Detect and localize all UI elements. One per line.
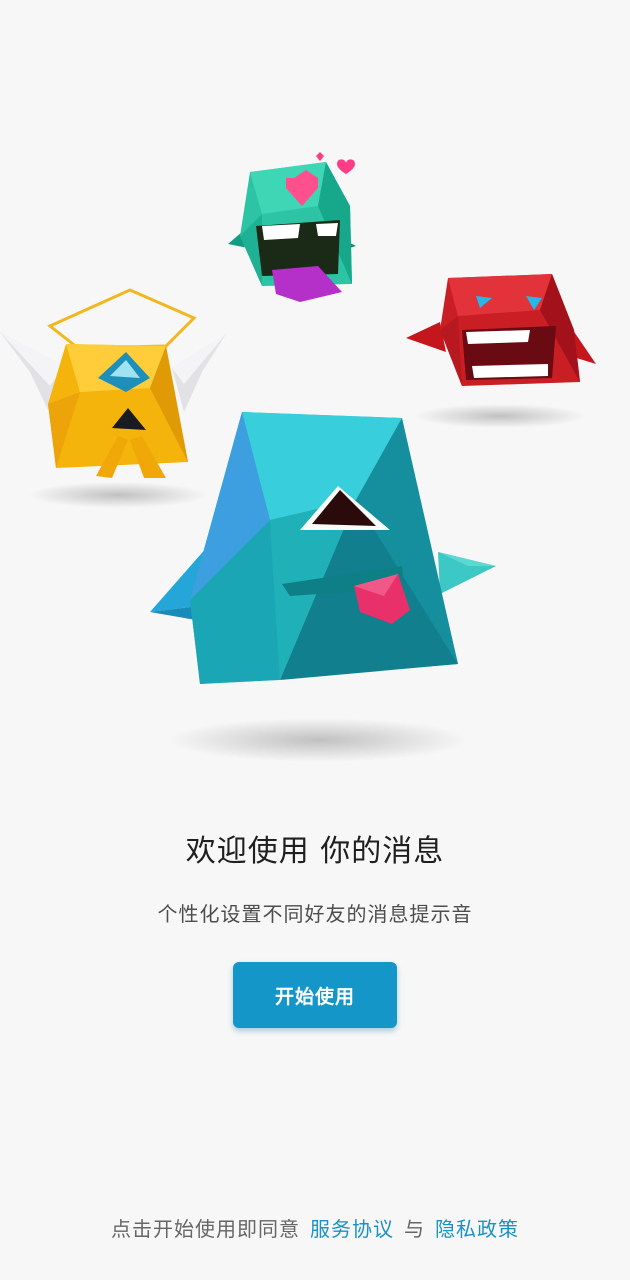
yellow-angel-monster xyxy=(0,288,226,478)
red-crying-monster xyxy=(406,274,596,386)
monsters-illustration xyxy=(0,152,596,762)
welcome-subtitle: 个性化设置不同好友的消息提示音 xyxy=(157,902,473,926)
teal-tongue-monster xyxy=(150,412,496,684)
terms-of-service-link[interactable]: 服务协议 xyxy=(310,1217,394,1241)
shadow-teal-monster xyxy=(168,718,468,762)
start-button[interactable]: 开始使用 xyxy=(233,962,397,1028)
agreement-notice: 点击开始使用即同意 服务协议与隐私政策 xyxy=(0,1214,630,1244)
agreement-conjunction: 与 xyxy=(404,1217,425,1241)
privacy-policy-link[interactable]: 隐私政策 xyxy=(435,1217,519,1241)
green-love-monster xyxy=(228,152,356,302)
shadow-yellow-monster xyxy=(28,482,208,508)
welcome-title: 欢迎使用 你的消息 xyxy=(185,834,445,869)
agreement-prefix: 点击开始使用即同意 xyxy=(111,1217,300,1241)
shadow-red-monster xyxy=(415,404,585,428)
